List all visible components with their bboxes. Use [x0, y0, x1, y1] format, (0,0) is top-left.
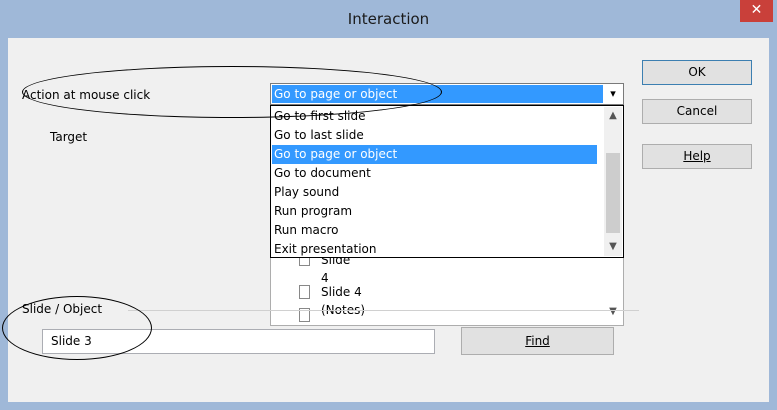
- close-icon: ✕: [750, 2, 763, 18]
- target-label: Target: [50, 130, 88, 144]
- action-select[interactable]: Go to page or object ▾: [270, 83, 624, 105]
- chevron-down-icon[interactable]: ▾: [604, 85, 622, 103]
- option-go-to-last-slide[interactable]: Go to last slide: [272, 126, 597, 145]
- option-play-sound[interactable]: Play sound: [272, 183, 597, 202]
- find-button-label: Find: [525, 334, 550, 348]
- action-label: Action at mouse click: [22, 88, 151, 102]
- option-run-program[interactable]: Run program: [272, 202, 597, 221]
- close-button[interactable]: ✕: [740, 0, 773, 22]
- document-icon: [299, 258, 310, 266]
- document-icon: [299, 285, 310, 299]
- option-go-to-first-slide[interactable]: Go to first slide: [272, 107, 597, 126]
- scroll-up-icon[interactable]: ▲: [604, 107, 622, 125]
- scroll-down-icon[interactable]: ▼: [606, 306, 620, 320]
- option-go-to-document[interactable]: Go to document: [272, 164, 597, 183]
- slide-object-field[interactable]: Slide 3: [42, 329, 435, 354]
- scrollbar-thumb[interactable]: [606, 153, 620, 233]
- scroll-down-icon[interactable]: ▼: [604, 238, 622, 256]
- option-go-to-page-or-object[interactable]: Go to page or object: [272, 145, 597, 164]
- action-dropdown-list[interactable]: Go to first slide Go to last slide Go to…: [270, 105, 624, 258]
- ok-button[interactable]: OK: [642, 60, 752, 85]
- slide-object-label: Slide / Object: [22, 302, 103, 316]
- dialog-window: Interaction ✕ Action at mouse click Targ…: [0, 0, 777, 410]
- help-button-label: Help: [683, 149, 711, 163]
- title-bar[interactable]: Interaction ✕: [0, 0, 777, 38]
- action-select-value: Go to page or object: [272, 85, 603, 103]
- tree-item-label: Slide 4 (Notes): [321, 285, 366, 317]
- group-separator: [128, 310, 639, 311]
- dropdown-scrollbar[interactable]: ▲ ▼: [604, 107, 622, 256]
- help-button[interactable]: Help: [642, 144, 752, 169]
- find-button[interactable]: Find: [461, 327, 614, 355]
- cancel-button[interactable]: Cancel: [642, 99, 752, 124]
- dialog-body: Action at mouse click Target Go to page …: [8, 38, 769, 402]
- option-exit-presentation[interactable]: Exit presentation: [272, 240, 597, 259]
- target-tree[interactable]: Slide 4 Slide 4 (Notes) ▼: [270, 258, 624, 326]
- option-run-macro[interactable]: Run macro: [272, 221, 597, 240]
- dialog-title: Interaction: [347, 10, 430, 28]
